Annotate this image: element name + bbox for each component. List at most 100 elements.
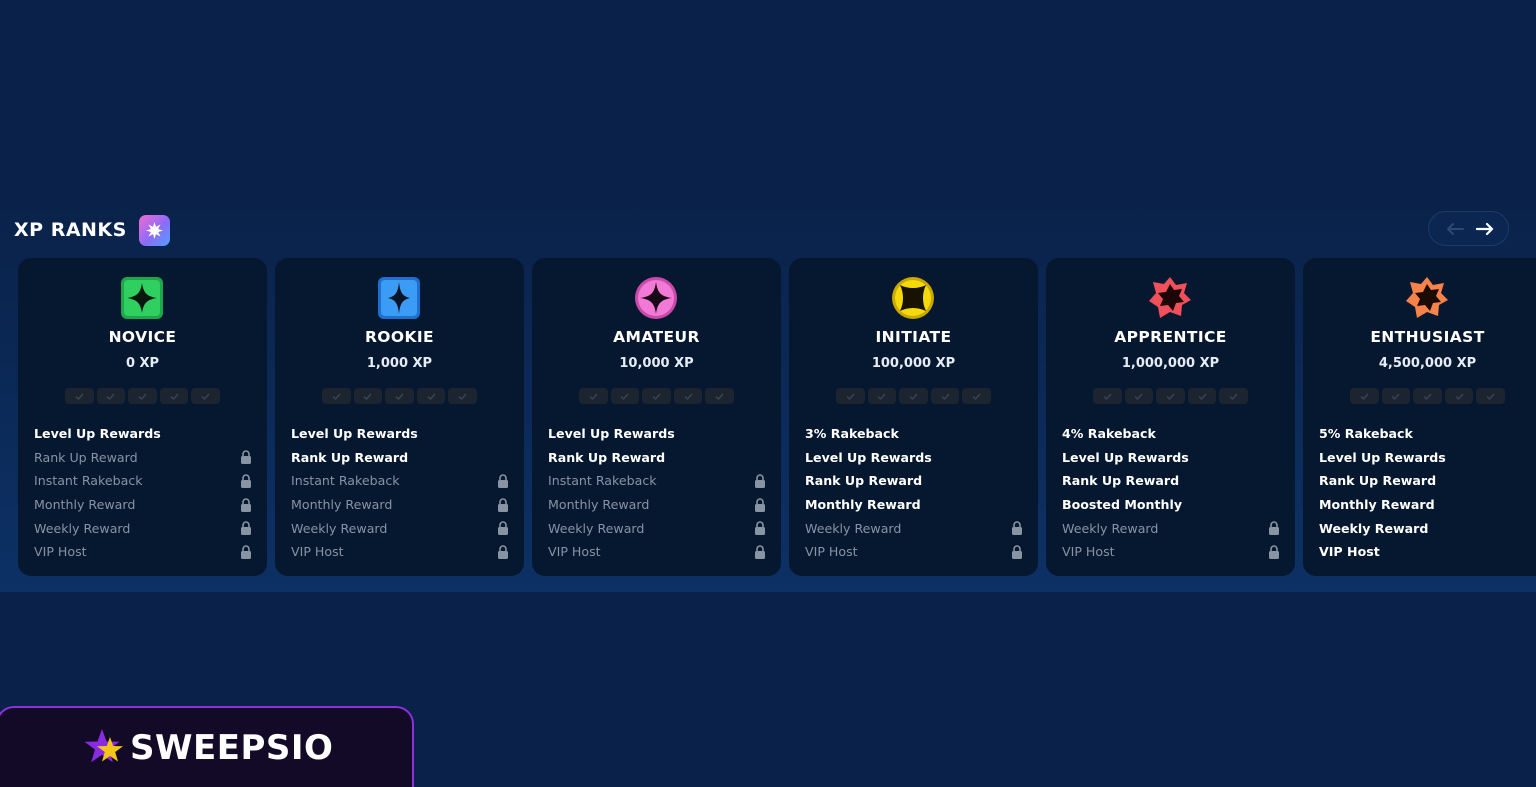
check-icon <box>1486 393 1495 400</box>
progress-pip <box>962 388 991 404</box>
carousel-prev-button[interactable] <box>1443 217 1467 241</box>
perk-label: 3% Rakeback <box>805 426 899 442</box>
perk-label: VIP Host <box>1062 544 1115 560</box>
check-icon <box>332 393 341 400</box>
rank-card-enthusiast[interactable]: ENTHUSIAST 4,500,000 XP 5% Rakeback Leve… <box>1303 258 1536 576</box>
perk-item: Monthly Reward <box>34 493 252 517</box>
perk-label: Weekly Reward <box>34 520 131 536</box>
check-icon <box>1134 393 1143 400</box>
progress-pip <box>642 388 671 404</box>
perk-item: Weekly Reward <box>1062 516 1280 540</box>
rank-card-novice[interactable]: NOVICE 0 XP Level Up Rewards Rank Up Rew… <box>18 258 267 576</box>
check-icon <box>170 393 179 400</box>
perk-label: Boosted Monthly <box>1062 497 1183 513</box>
perk-item: Level Up Rewards <box>805 446 1023 470</box>
lock-icon <box>239 450 252 465</box>
rank-progress <box>579 388 734 404</box>
rank-progress <box>65 388 220 404</box>
perk-list: 5% Rakeback Level Up Rewards Rank Up Rew… <box>1319 422 1536 564</box>
progress-pip <box>416 388 446 404</box>
perk-item: Level Up Rewards <box>1319 446 1536 470</box>
perk-item: Instant Rakeback <box>548 469 766 493</box>
check-icon <box>106 393 115 400</box>
check-icon <box>1198 393 1207 400</box>
perk-label: Instant Rakeback <box>548 473 657 489</box>
lock-icon <box>239 544 252 559</box>
check-icon <box>75 393 84 400</box>
rank-xp: 100,000 XP <box>871 356 956 371</box>
perk-label: 4% Rakeback <box>1062 426 1156 442</box>
rank-card-amateur[interactable]: AMATEUR 10,000 XP Level Up Rewards Rank … <box>532 258 781 576</box>
lock-icon <box>753 497 766 512</box>
rank-name: ENTHUSIAST <box>1370 328 1485 346</box>
perk-item: Rank Up Reward <box>34 446 252 470</box>
perk-item: VIP Host <box>291 540 509 564</box>
check-icon <box>363 393 372 400</box>
perk-label: Level Up Rewards <box>1319 449 1446 465</box>
check-icon <box>1360 393 1369 400</box>
rank-card-apprentice[interactable]: APPRENTICE 1,000,000 XP 4% Rakeback Leve… <box>1046 258 1295 576</box>
perk-label: VIP Host <box>291 544 344 560</box>
check-icon <box>909 393 918 400</box>
perk-item: Boosted Monthly <box>1062 493 1280 517</box>
check-icon <box>589 393 598 400</box>
progress-pip <box>1156 388 1185 404</box>
perk-item: 4% Rakeback <box>1062 422 1280 446</box>
progress-pip <box>322 388 351 404</box>
progress-pip <box>353 388 383 404</box>
perk-label: Monthly Reward <box>548 497 650 513</box>
check-icon <box>201 393 210 400</box>
perk-label: Level Up Rewards <box>34 426 161 442</box>
check-icon <box>395 393 404 400</box>
rank-name: INITIATE <box>875 328 952 346</box>
perk-list: Level Up Rewards Rank Up Reward Instant … <box>34 422 252 564</box>
progress-pip <box>1187 388 1217 404</box>
perk-item: Monthly Reward <box>548 493 766 517</box>
perk-item: Instant Rakeback <box>34 469 252 493</box>
progress-pip <box>1381 388 1411 404</box>
perk-label: VIP Host <box>548 544 601 560</box>
rookie-star-icon <box>376 275 422 321</box>
perk-label: Monthly Reward <box>34 497 136 513</box>
section-title: XP RANKS <box>14 219 127 241</box>
lock-icon <box>496 521 509 536</box>
lock-icon <box>496 473 509 488</box>
amateur-star-icon <box>633 275 679 321</box>
check-icon <box>427 393 436 400</box>
progress-pip <box>836 388 865 404</box>
progress-pip <box>579 388 608 404</box>
perk-label: Weekly Reward <box>805 520 902 536</box>
check-icon <box>620 393 629 400</box>
arrow-left-icon <box>1447 222 1464 235</box>
rank-xp: 1,000 XP <box>366 356 433 371</box>
carousel-next-button[interactable] <box>1473 217 1497 241</box>
perk-label: VIP Host <box>805 544 858 560</box>
progress-pip <box>191 388 220 404</box>
perk-label: Monthly Reward <box>805 497 921 513</box>
rank-xp: 1,000,000 XP <box>1121 356 1220 371</box>
check-icon <box>877 393 886 400</box>
perk-label: Monthly Reward <box>291 497 393 513</box>
rank-name: NOVICE <box>108 328 177 346</box>
rank-card-initiate[interactable]: INITIATE 100,000 XP 3% Rakeback Level Up… <box>789 258 1038 576</box>
progress-pip <box>1413 388 1442 404</box>
check-icon <box>1229 393 1238 400</box>
perk-label: Weekly Reward <box>548 520 645 536</box>
perk-label: Rank Up Reward <box>1062 473 1180 489</box>
perk-label: Monthly Reward <box>1319 497 1435 513</box>
lock-icon <box>239 497 252 512</box>
perk-label: Rank Up Reward <box>805 473 923 489</box>
perk-item: Level Up Rewards <box>34 422 252 446</box>
perk-item: VIP Host <box>805 540 1023 564</box>
sweepsio-star-icon <box>84 729 123 763</box>
rank-xp: 10,000 XP <box>619 356 694 371</box>
lock-icon <box>496 544 509 559</box>
rank-xp: 0 XP <box>125 356 160 371</box>
rank-card-rookie[interactable]: ROOKIE 1,000 XP Level Up Rewards Rank Up… <box>275 258 524 576</box>
progress-pip <box>1093 388 1122 404</box>
perk-item: 5% Rakeback <box>1319 422 1536 446</box>
apprentice-badge-icon <box>1147 275 1193 321</box>
perk-item: VIP Host <box>34 540 252 564</box>
perk-item: Monthly Reward <box>291 493 509 517</box>
perk-item: 3% Rakeback <box>805 422 1023 446</box>
